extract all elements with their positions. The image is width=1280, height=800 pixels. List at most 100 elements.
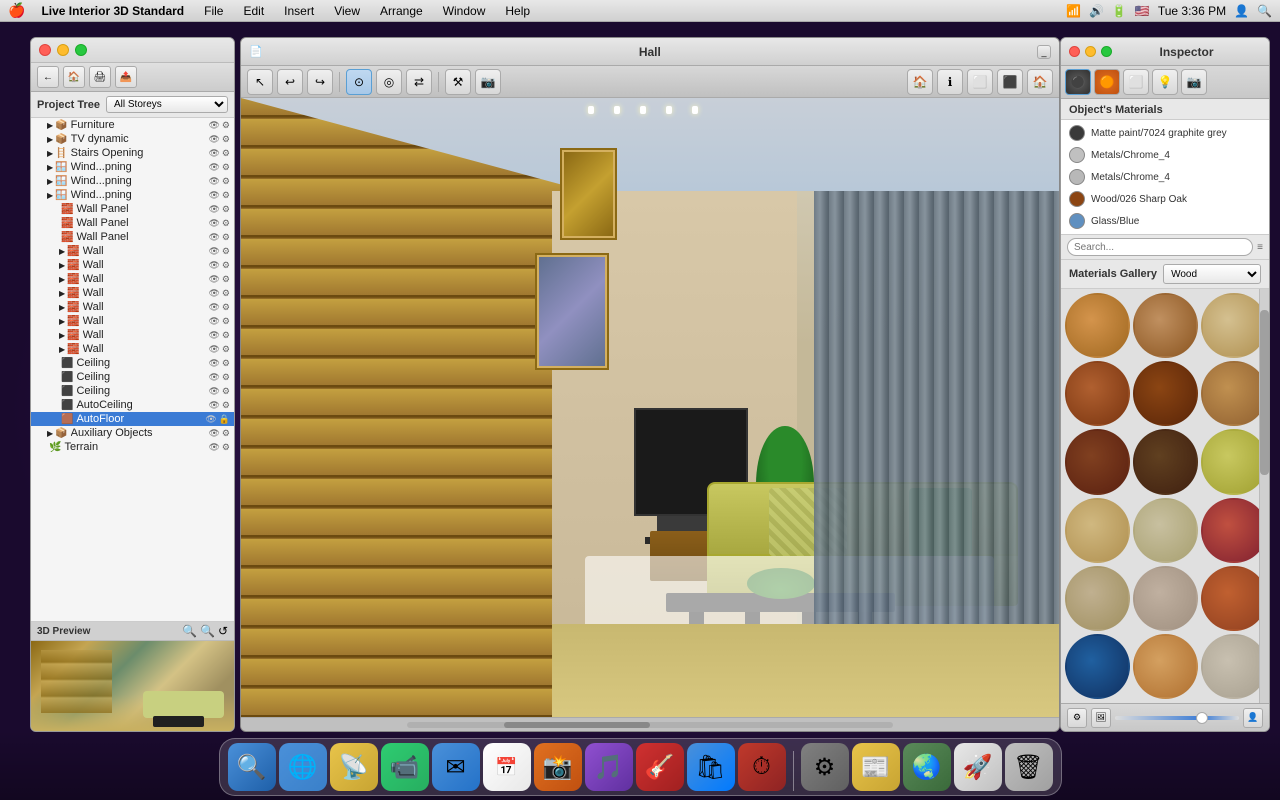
visibility-icon[interactable]: 👁 bbox=[208, 134, 219, 145]
settings-icon[interactable]: ⚙ bbox=[222, 232, 230, 243]
insert-menu[interactable]: Insert bbox=[280, 4, 318, 18]
material-item[interactable]: Metals/Chrome_4 bbox=[1061, 166, 1269, 188]
gallery-item[interactable] bbox=[1065, 429, 1130, 494]
dock-trash[interactable]: 🗑 bbox=[1005, 743, 1053, 791]
wifi-icon[interactable]: 📶 bbox=[1066, 4, 1081, 18]
tab-texture[interactable]: ⬜ bbox=[1123, 69, 1149, 95]
tree-item[interactable]: ▶ 🪟 Wind...pning 👁 ⚙ bbox=[31, 188, 234, 202]
canvas-minimize[interactable]: _ bbox=[1037, 45, 1051, 59]
expand-arrow[interactable]: ▶ bbox=[47, 121, 53, 130]
gallery-item[interactable] bbox=[1065, 361, 1130, 426]
tree-item[interactable]: 🧱 Wall Panel 👁 ⚙ bbox=[31, 202, 234, 216]
tree-item[interactable]: ▶ 🪜 Stairs Opening 👁 ⚙ bbox=[31, 146, 234, 160]
tab-light[interactable]: 💡 bbox=[1152, 69, 1178, 95]
preview-reset[interactable]: ↺ bbox=[218, 624, 228, 638]
user-icon[interactable]: 👤 bbox=[1234, 4, 1249, 18]
gallery-item[interactable] bbox=[1133, 566, 1198, 631]
tree-item[interactable]: ▶ 🧱 Wall 👁 ⚙ bbox=[31, 286, 234, 300]
visibility-icon[interactable]: 👁 bbox=[208, 358, 219, 369]
expand-arrow[interactable]: ▶ bbox=[59, 261, 65, 270]
tree-item[interactable]: ▶ 📦 Auxiliary Objects 👁 ⚙ bbox=[31, 426, 234, 440]
settings-icon[interactable]: ⚙ bbox=[222, 428, 230, 439]
dock-safari[interactable]: 🌐 bbox=[279, 743, 327, 791]
expand-arrow[interactable]: ▶ bbox=[59, 303, 65, 312]
gallery-item[interactable] bbox=[1201, 293, 1259, 358]
settings-icon[interactable]: ⚙ bbox=[222, 218, 230, 229]
tree-item[interactable]: ▶ 📦 TV dynamic 👁 ⚙ bbox=[31, 132, 234, 146]
visibility-icon[interactable]: 👁 bbox=[208, 344, 219, 355]
visibility-icon[interactable]: 👁 bbox=[208, 162, 219, 173]
volume-icon[interactable]: 🔊 bbox=[1089, 4, 1104, 18]
settings-icon[interactable]: ⚙ bbox=[222, 288, 230, 299]
visibility-icon[interactable]: 👁 bbox=[208, 232, 219, 243]
visibility-icon[interactable]: 👁 bbox=[208, 260, 219, 271]
visibility-icon[interactable]: 👁 bbox=[208, 246, 219, 257]
battery-icon[interactable]: 🔋 bbox=[1112, 4, 1127, 18]
settings-icon[interactable]: ⚙ bbox=[222, 120, 230, 131]
settings-icon[interactable]: ⚙ bbox=[222, 330, 230, 341]
camera-tool[interactable]: 📷 bbox=[475, 69, 501, 95]
gallery-scrollbar[interactable] bbox=[1259, 289, 1269, 703]
tree-item[interactable]: ▶ 🪟 Wind...pning 👁 ⚙ bbox=[31, 160, 234, 174]
tree-item[interactable]: ⬛ Ceiling 👁 ⚙ bbox=[31, 356, 234, 370]
gallery-item[interactable] bbox=[1133, 361, 1198, 426]
dock-network[interactable]: 📡 bbox=[330, 743, 378, 791]
inspector-close[interactable] bbox=[1069, 46, 1080, 57]
settings-icon[interactable]: ⚙ bbox=[222, 274, 230, 285]
dock-mail[interactable]: ✉ bbox=[432, 743, 480, 791]
settings-icon[interactable]: ⚙ bbox=[222, 148, 230, 159]
expand-arrow[interactable]: ▶ bbox=[59, 247, 65, 256]
dock-migrate[interactable]: 🌏 bbox=[903, 743, 951, 791]
dock-syspref[interactable]: ⚙ bbox=[801, 743, 849, 791]
gallery-item[interactable] bbox=[1201, 429, 1259, 494]
undo-tool[interactable]: ↩ bbox=[277, 69, 303, 95]
dock-timemachine[interactable]: ⏱ bbox=[738, 743, 786, 791]
tab-materials[interactable]: ⚫ bbox=[1065, 69, 1091, 95]
dock-calendar[interactable]: 📅 bbox=[483, 743, 531, 791]
visibility-icon[interactable]: 👁 bbox=[208, 302, 219, 313]
expand-arrow[interactable]: ▶ bbox=[47, 163, 53, 172]
dock-iphoto[interactable]: 📸 bbox=[534, 743, 582, 791]
settings-icon[interactable]: ⚙ bbox=[222, 316, 230, 327]
settings-icon[interactable]: ⚙ bbox=[222, 204, 230, 215]
settings-icon[interactable]: ⚙ bbox=[222, 400, 230, 411]
search-input[interactable] bbox=[1067, 238, 1253, 256]
apple-menu[interactable]: 🍎 bbox=[8, 2, 25, 19]
dock-facetime[interactable]: 📹 bbox=[381, 743, 429, 791]
lock-icon[interactable]: 🔒 bbox=[219, 414, 230, 425]
material-item[interactable]: Metals/Chrome_4 bbox=[1061, 144, 1269, 166]
visibility-icon[interactable]: 👁 bbox=[208, 148, 219, 159]
expand-arrow[interactable]: ▶ bbox=[47, 429, 53, 438]
gallery-item[interactable] bbox=[1133, 429, 1198, 494]
build-tool[interactable]: ⚒ bbox=[445, 69, 471, 95]
search-icon[interactable]: 🔍 bbox=[1257, 4, 1272, 18]
tab-camera[interactable]: 📷 bbox=[1181, 69, 1207, 95]
dock-music[interactable]: 🎸 bbox=[636, 743, 684, 791]
maximize-button[interactable] bbox=[75, 44, 87, 56]
tree-item[interactable]: ▶ 🧱 Wall 👁 ⚙ bbox=[31, 300, 234, 314]
tree-item[interactable]: ▶ 🧱 Wall 👁 ⚙ bbox=[31, 258, 234, 272]
visibility-icon[interactable]: 👁 bbox=[208, 274, 219, 285]
window-menu[interactable]: Window bbox=[439, 4, 490, 18]
gallery-btn[interactable]: 🖼 bbox=[1091, 708, 1111, 728]
expand-arrow[interactable]: ▶ bbox=[47, 135, 53, 144]
nav-home[interactable]: 🏠 bbox=[907, 69, 933, 95]
visibility-icon[interactable]: 👁 bbox=[208, 190, 219, 201]
settings-icon[interactable]: ⚙ bbox=[222, 358, 230, 369]
tree-item[interactable]: 🧱 Wall Panel 👁 ⚙ bbox=[31, 216, 234, 230]
settings-icon[interactable]: ⚙ bbox=[222, 134, 230, 145]
expand-arrow[interactable]: ▶ bbox=[47, 149, 53, 158]
expand-icon[interactable]: ≡ bbox=[1257, 242, 1263, 253]
tree-item[interactable]: ⬛ Ceiling 👁 ⚙ bbox=[31, 384, 234, 398]
expand-arrow[interactable]: ▶ bbox=[47, 177, 53, 186]
tree-item[interactable]: ▶ 📦 Furniture 👁 ⚙ bbox=[31, 118, 234, 132]
visibility-icon[interactable]: 👁 bbox=[208, 288, 219, 299]
viewport-3d[interactable] bbox=[241, 98, 1059, 717]
visibility-icon[interactable]: 👁 bbox=[208, 176, 219, 187]
tree-item[interactable]: ▶ 🧱 Wall 👁 ⚙ bbox=[31, 342, 234, 356]
gallery-item[interactable] bbox=[1201, 634, 1259, 699]
settings-icon[interactable]: ⚙ bbox=[222, 386, 230, 397]
settings-btn[interactable]: ⚙ bbox=[1067, 708, 1087, 728]
gallery-item[interactable] bbox=[1133, 498, 1198, 563]
settings-icon[interactable]: ⚙ bbox=[222, 344, 230, 355]
